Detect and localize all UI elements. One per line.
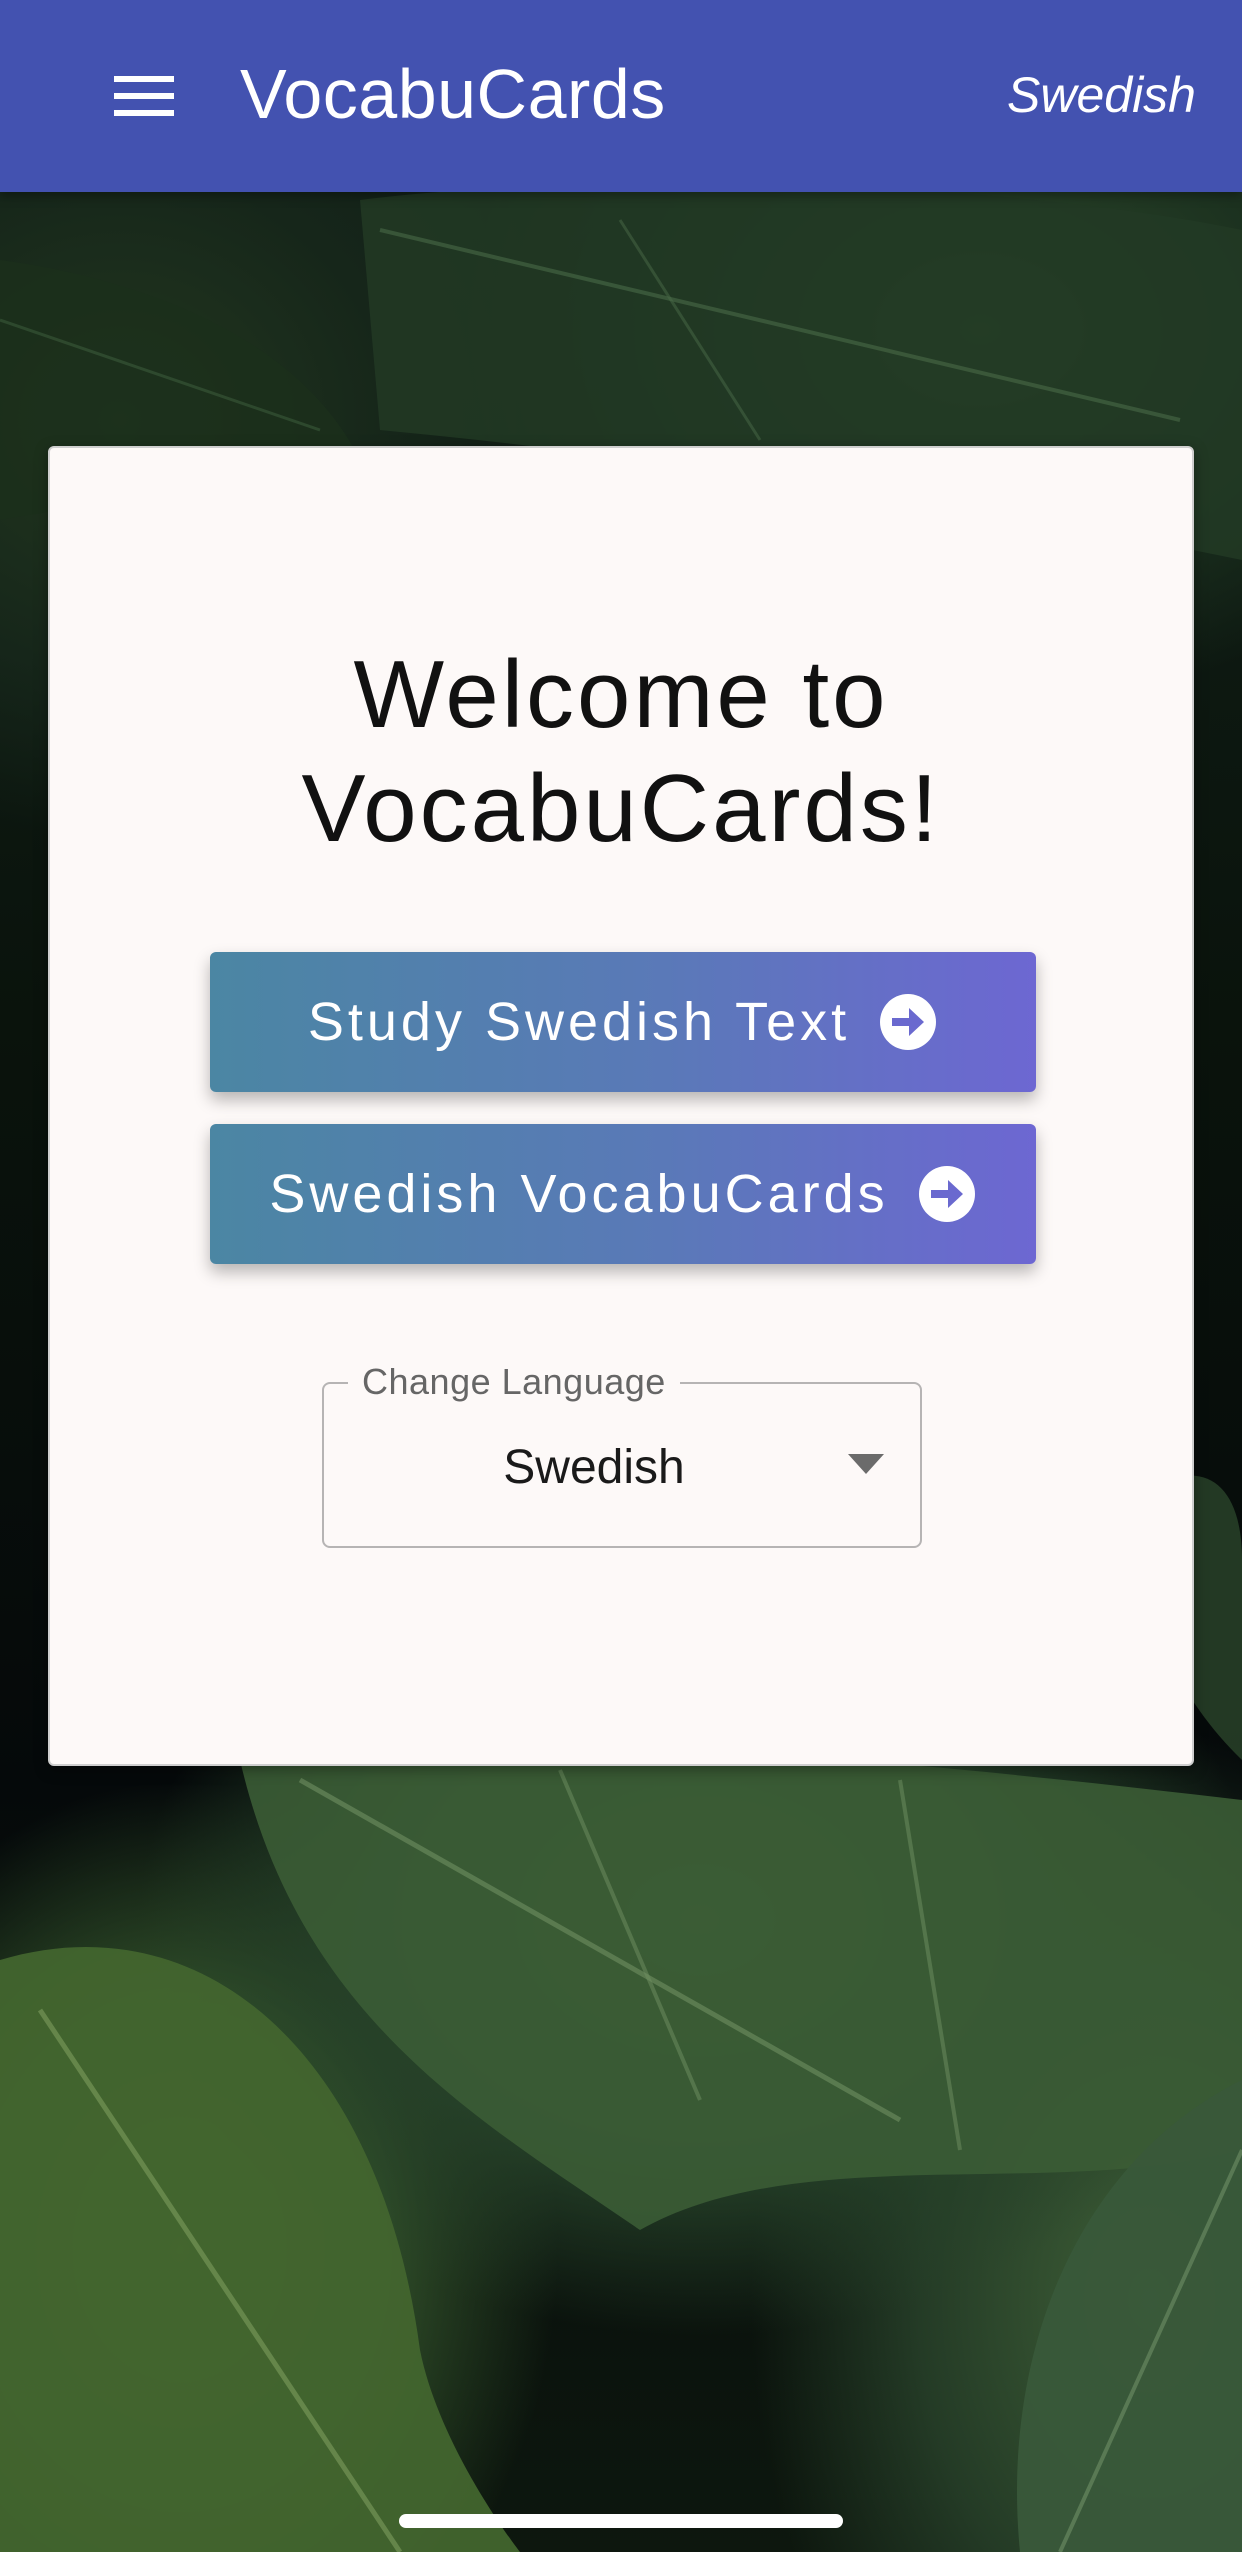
study-text-button[interactable]: Study Swedish Text xyxy=(210,952,1036,1092)
welcome-heading-line1: Welcome to xyxy=(353,641,889,748)
arrow-circle-right-icon xyxy=(917,1164,977,1224)
selected-language-value: Swedish xyxy=(503,1441,685,1494)
hamburger-menu-icon xyxy=(114,76,174,116)
change-language-select[interactable]: Change Language Swedish xyxy=(322,1360,922,1548)
welcome-heading-line2: VocabuCards! xyxy=(301,755,941,862)
vocabucards-button-label: Swedish VocabuCards xyxy=(269,1164,889,1224)
change-language-label: Change Language xyxy=(348,1360,680,1404)
welcome-card: Welcome to VocabuCards! Study Swedish Te… xyxy=(48,446,1194,1766)
arrow-circle-right-icon xyxy=(878,992,938,1052)
welcome-heading: Welcome to VocabuCards! xyxy=(50,638,1192,866)
app-title: VocabuCards xyxy=(240,55,666,133)
menu-button[interactable] xyxy=(96,56,192,136)
app-bar: VocabuCards Swedish xyxy=(0,0,1242,192)
vocabucards-button[interactable]: Swedish VocabuCards xyxy=(210,1124,1036,1264)
current-language-label: Swedish xyxy=(1007,67,1196,123)
home-indicator[interactable] xyxy=(399,2514,843,2528)
caret-down-icon xyxy=(848,1454,884,1474)
study-text-button-label: Study Swedish Text xyxy=(307,992,851,1052)
